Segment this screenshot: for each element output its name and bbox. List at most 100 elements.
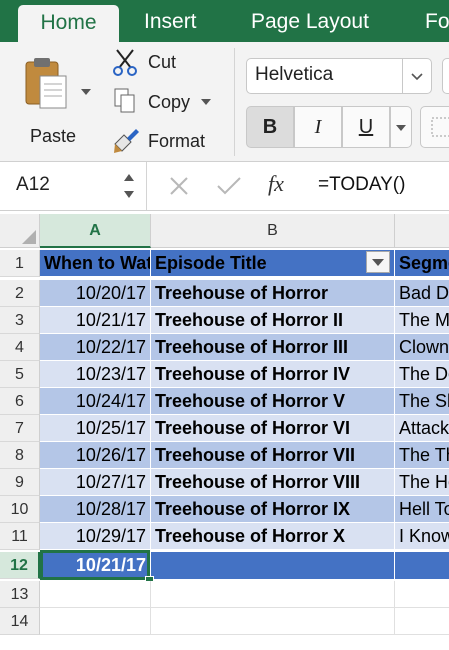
empty-cell[interactable] (395, 608, 449, 635)
formula-bar-divider (146, 162, 147, 210)
font-size-select[interactable] (442, 58, 449, 94)
name-box-stepper-icon[interactable] (122, 170, 136, 202)
segment-cell[interactable]: I Know What You Did (395, 523, 449, 550)
row-header[interactable]: 1 (0, 250, 40, 277)
italic-button[interactable]: I (294, 106, 342, 148)
active-date-cell[interactable]: 10/21/17 (40, 552, 151, 580)
font-name-select[interactable]: Helvetica (246, 58, 432, 94)
paste-button[interactable]: Paste (18, 52, 96, 152)
copy-button[interactable]: Copy (112, 87, 222, 117)
row-header[interactable]: 12 (0, 552, 40, 579)
total-title-cell[interactable] (151, 552, 395, 580)
tab-page-layout[interactable]: Page Layout (251, 0, 369, 42)
segment-cell[interactable]: Attack of the 50 Foot (395, 415, 449, 442)
date-cell[interactable]: 10/28/17 (40, 496, 151, 523)
row-header[interactable]: 4 (0, 334, 40, 361)
header-cell-segments[interactable]: Segments (395, 250, 449, 277)
column-header-c[interactable] (395, 214, 449, 248)
date-cell[interactable]: 10/24/17 (40, 388, 151, 415)
episode-title-cell[interactable]: Treehouse of Horror III (151, 334, 395, 361)
row-header[interactable]: 9 (0, 469, 40, 496)
format-painter-button[interactable]: Format (112, 126, 222, 156)
cancel-icon[interactable] (168, 175, 190, 197)
row-header[interactable]: 6 (0, 388, 40, 415)
segment-cell[interactable]: The Shinning (395, 388, 449, 415)
segment-cell[interactable]: The Devil and Homer (395, 361, 449, 388)
tab-formulas[interactable]: Fo (425, 0, 449, 42)
date-cell[interactable]: 10/20/17 (40, 280, 151, 307)
segment-cell[interactable]: The Monkey's Paw (395, 307, 449, 334)
empty-cell[interactable] (395, 581, 449, 608)
borders-button[interactable] (420, 106, 449, 148)
date-cell[interactable]: 10/23/17 (40, 361, 151, 388)
paste-icon (25, 58, 67, 109)
cut-button[interactable]: Cut (112, 48, 222, 78)
date-cell[interactable]: 10/29/17 (40, 523, 151, 550)
ribbon-tab-bar: Home Insert Page Layout Fo (0, 0, 449, 42)
episode-title-cell[interactable]: Treehouse of Horror IV (151, 361, 395, 388)
font-name-value: Helvetica (255, 64, 334, 85)
function-icon[interactable]: fx (268, 171, 284, 197)
filter-arrow-icon (372, 259, 384, 266)
tab-home[interactable]: Home (18, 5, 119, 42)
formula-bar: A12 fx =TODAY() (0, 162, 449, 211)
segment-cell[interactable]: The Thing and I (395, 442, 449, 469)
segment-cell[interactable]: Hell Toupee (395, 496, 449, 523)
episode-title-cell[interactable]: Treehouse of Horror VIII (151, 469, 395, 496)
episode-title-cell[interactable]: Treehouse of Horror VI (151, 415, 395, 442)
enter-icon[interactable] (216, 175, 242, 197)
chevron-down-icon (201, 99, 211, 105)
cut-label: Cut (148, 52, 177, 72)
episode-title-cell[interactable]: Treehouse of Horror II (151, 307, 395, 334)
empty-cell[interactable] (151, 581, 395, 608)
total-segment-cell[interactable] (395, 552, 449, 580)
row-header[interactable]: 5 (0, 361, 40, 388)
empty-cell[interactable] (40, 608, 151, 635)
copy-label: Copy (148, 92, 191, 112)
chevron-down-icon (396, 125, 406, 131)
empty-cell[interactable] (151, 608, 395, 635)
underline-button[interactable]: U (342, 106, 390, 148)
date-cell[interactable]: 10/25/17 (40, 415, 151, 442)
formula-input[interactable]: =TODAY() (318, 174, 405, 196)
segment-cell[interactable]: The Homega Man (395, 469, 449, 496)
underline-dropdown[interactable] (390, 106, 412, 148)
scissors-icon (113, 49, 137, 76)
filter-dropdown-button[interactable] (366, 251, 390, 273)
episode-title-cell[interactable]: Treehouse of Horror VII (151, 442, 395, 469)
chevron-down-icon (81, 89, 91, 95)
tab-insert[interactable]: Insert (144, 0, 197, 42)
segment-cell[interactable]: Bad Dream House (395, 280, 449, 307)
header-cell-episode-title[interactable]: Episode Title (151, 250, 395, 277)
format-painter-icon (114, 129, 139, 153)
episode-title-cell[interactable]: Treehouse of Horror V (151, 388, 395, 415)
date-cell[interactable]: 10/21/17 (40, 307, 151, 334)
empty-cell[interactable] (40, 581, 151, 608)
row-header[interactable]: 13 (0, 581, 40, 608)
row-header[interactable]: 7 (0, 415, 40, 442)
name-box[interactable]: A12 (16, 174, 50, 196)
header-cell-when-to-watch[interactable]: When to Watch (40, 250, 151, 277)
row-header[interactable]: 8 (0, 442, 40, 469)
row-header[interactable]: 14 (0, 608, 40, 635)
column-header-a[interactable]: A (40, 214, 151, 248)
episode-title-cell[interactable]: Treehouse of Horror X (151, 523, 395, 550)
row-header[interactable]: 11 (0, 523, 40, 550)
row-header[interactable]: 2 (0, 280, 40, 307)
ribbon-group-divider (234, 48, 235, 156)
row-header[interactable]: 10 (0, 496, 40, 523)
date-cell[interactable]: 10/27/17 (40, 469, 151, 496)
row-header[interactable]: 3 (0, 307, 40, 334)
copy-icon (114, 88, 135, 113)
column-header-b[interactable]: B (151, 214, 395, 248)
date-cell[interactable]: 10/22/17 (40, 334, 151, 361)
borders-icon (431, 117, 449, 137)
chevron-down-icon (411, 73, 423, 81)
bold-button[interactable]: B (246, 106, 294, 148)
date-cell[interactable]: 10/26/17 (40, 442, 151, 469)
segment-cell[interactable]: Clown Without Pity (395, 334, 449, 361)
episode-title-cell[interactable]: Treehouse of Horror IX (151, 496, 395, 523)
select-all-corner[interactable] (0, 214, 40, 248)
font-dropdown-toggle[interactable] (402, 59, 431, 93)
episode-title-cell[interactable]: Treehouse of Horror (151, 280, 395, 307)
